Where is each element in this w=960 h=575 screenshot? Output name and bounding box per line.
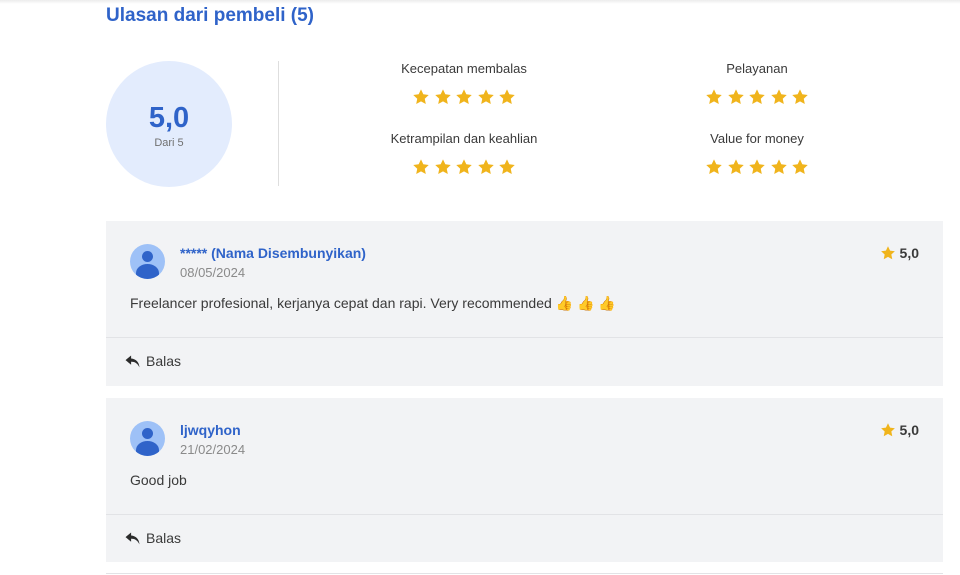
star-icon — [748, 158, 766, 176]
star-icon — [455, 88, 473, 106]
review-date: 08/05/2024 — [180, 265, 246, 280]
category-label: Value for money — [710, 131, 804, 146]
overall-score: 5,0 — [148, 102, 190, 134]
reply-label: Balas — [146, 353, 182, 369]
star-icon — [477, 88, 495, 106]
star-icon — [705, 158, 723, 176]
user-avatar-icon — [130, 421, 165, 456]
reply-label: Balas — [146, 530, 182, 546]
star-icon — [477, 158, 495, 176]
review-divider — [106, 514, 943, 515]
star-icon — [791, 158, 809, 176]
category-stars — [647, 158, 867, 176]
review-divider — [106, 337, 943, 338]
review-card: ljwqyhon 21/02/2024 5,0 Good job Balas — [106, 398, 943, 562]
review-rating: 5,0 — [880, 245, 919, 261]
category-label: Ketrampilan dan keahlian — [390, 131, 538, 146]
user-avatar-icon — [130, 244, 165, 279]
star-icon — [412, 88, 430, 106]
overall-score-circle: 5,0 Dari 5 — [106, 61, 232, 187]
star-icon — [434, 88, 452, 106]
category-label: Pelayanan — [726, 61, 788, 76]
top-shadow — [0, 0, 960, 4]
reply-button[interactable]: Balas — [121, 528, 185, 548]
category-response-speed: Kecepatan membalas — [354, 61, 574, 106]
review-rating: 5,0 — [880, 422, 919, 438]
reviewer-name: ***** (Nama Disembunyikan) — [180, 245, 366, 261]
reply-button[interactable]: Balas — [121, 351, 185, 371]
category-value: Value for money — [647, 131, 867, 176]
reviewer-name: ljwqyhon — [180, 422, 241, 438]
summary-divider — [278, 61, 279, 186]
star-icon — [455, 158, 473, 176]
star-icon — [412, 158, 430, 176]
star-icon — [880, 245, 896, 261]
overall-score-scale: Dari 5 — [154, 137, 184, 149]
star-icon — [770, 158, 788, 176]
star-icon — [498, 88, 516, 106]
star-icon — [434, 158, 452, 176]
category-stars — [354, 88, 574, 106]
review-text: Good job — [130, 472, 187, 488]
reviews-section-title: Ulasan dari pembeli (5) — [106, 5, 315, 26]
category-skills: Ketrampilan dan keahlian — [354, 131, 574, 176]
category-stars — [647, 88, 867, 106]
star-icon — [880, 422, 896, 438]
review-text: Freelancer profesional, kerjanya cepat d… — [130, 295, 616, 311]
star-icon — [498, 158, 516, 176]
review-card: ***** (Nama Disembunyikan) 08/05/2024 5,… — [106, 221, 943, 386]
category-stars — [354, 158, 574, 176]
star-icon — [705, 88, 723, 106]
star-icon — [748, 88, 766, 106]
star-icon — [727, 158, 745, 176]
star-icon — [770, 88, 788, 106]
star-icon — [791, 88, 809, 106]
review-rating-value: 5,0 — [899, 245, 919, 261]
review-rating-value: 5,0 — [899, 422, 919, 438]
reply-arrow-icon — [125, 354, 140, 368]
star-icon — [727, 88, 745, 106]
list-bottom-divider — [106, 573, 943, 574]
reply-arrow-icon — [125, 531, 140, 545]
review-date: 21/02/2024 — [180, 442, 246, 457]
category-service: Pelayanan — [647, 61, 867, 106]
category-label: Kecepatan membalas — [401, 61, 527, 76]
